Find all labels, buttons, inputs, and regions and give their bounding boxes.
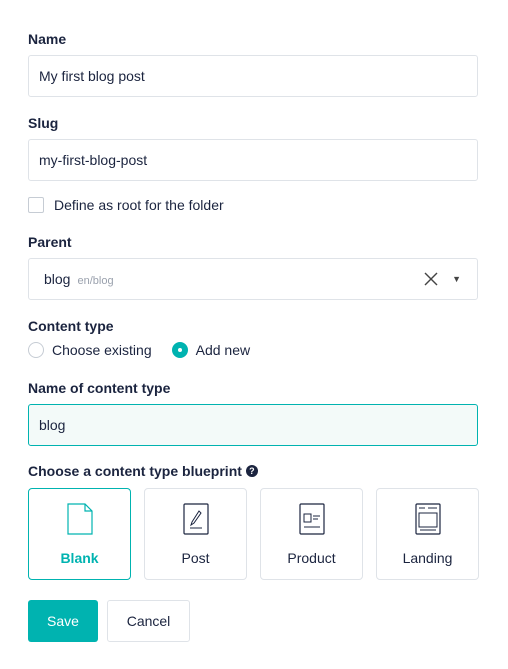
blueprint-landing[interactable]: Landing	[376, 488, 479, 580]
product-icon	[298, 503, 325, 535]
blueprint-post[interactable]: Post	[144, 488, 247, 580]
root-checkbox-row[interactable]: Define as root for the folder	[28, 197, 224, 213]
name-input[interactable]: My first blog post	[28, 55, 478, 97]
slug-label: Slug	[28, 115, 59, 131]
parent-path: en/blog	[77, 275, 114, 287]
root-checkbox[interactable]	[28, 197, 44, 213]
help-icon[interactable]: ?	[245, 465, 258, 478]
content-type-label: Content type	[28, 318, 114, 334]
landing-icon	[414, 503, 441, 535]
post-icon	[182, 503, 209, 535]
parent-label: Parent	[28, 234, 72, 250]
content-type-name-label: Name of content type	[28, 380, 171, 396]
radio-button[interactable]	[28, 342, 44, 358]
radio-button[interactable]	[171, 342, 188, 358]
parent-select[interactable]: blog en/blog ▼	[28, 258, 478, 300]
blueprint-label-product: Product	[287, 550, 336, 566]
radio-add-new[interactable]: Add new	[171, 342, 251, 358]
cancel-button[interactable]: Cancel	[107, 600, 190, 642]
blueprint-blank[interactable]: Blank	[28, 488, 131, 580]
blueprint-label: Choose a content type blueprint?	[28, 463, 258, 479]
blueprint-options: Blank Post Product Landing	[28, 488, 479, 580]
radio-label: Choose existing	[52, 342, 152, 358]
parent-value: blog	[44, 271, 71, 287]
blueprint-label-post: Post	[181, 550, 210, 566]
blueprint-label-landing: Landing	[402, 550, 453, 566]
blank-document-icon	[66, 503, 93, 535]
content-type-radio-group: Choose existing Add new	[28, 342, 270, 358]
slug-input[interactable]: my-first-blog-post	[28, 139, 478, 181]
blueprint-product[interactable]: Product	[260, 488, 363, 580]
name-label: Name	[28, 31, 67, 47]
save-button[interactable]: Save	[28, 600, 98, 642]
blueprint-label-text: Choose a content type blueprint	[28, 463, 242, 479]
content-type-name-input[interactable]: blog	[28, 404, 478, 446]
clear-icon[interactable]	[424, 272, 438, 286]
root-checkbox-label: Define as root for the folder	[54, 197, 224, 213]
blueprint-label-blank: Blank	[60, 550, 99, 566]
radio-choose-existing[interactable]: Choose existing	[28, 342, 152, 358]
radio-label: Add new	[195, 342, 251, 358]
caret-down-icon[interactable]: ▼	[452, 274, 461, 284]
